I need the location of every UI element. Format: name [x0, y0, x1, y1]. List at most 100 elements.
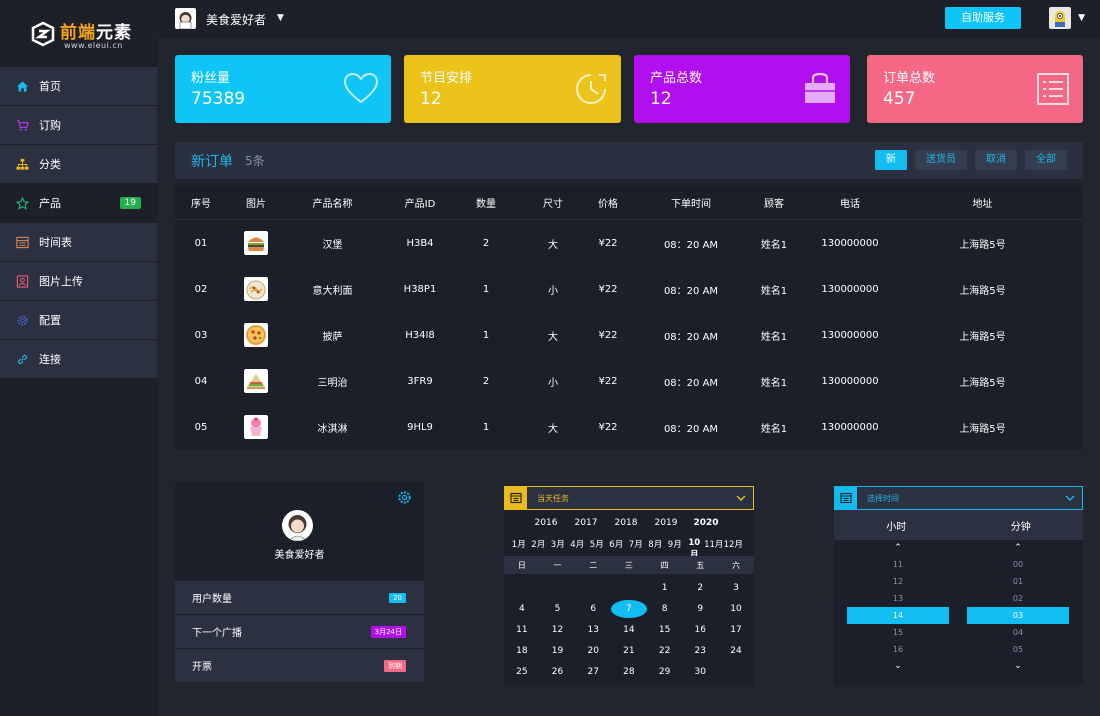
day-cell[interactable]: 6 — [575, 604, 611, 614]
row-number: 05 — [194, 421, 208, 433]
sidebar-item-settings[interactable]: 配置 — [0, 301, 157, 339]
filter-new-button[interactable]: 新 — [875, 150, 907, 170]
settings-gear-icon[interactable] — [397, 490, 412, 505]
sidebar-item-links[interactable]: 连接 — [0, 340, 157, 378]
day-cell[interactable]: 5 — [540, 604, 576, 614]
day-cell[interactable]: 16 — [682, 625, 718, 635]
chevron-down-icon[interactable] — [1064, 492, 1076, 504]
profile-row-broadcast[interactable]: 下一个广播 3月24日 — [175, 615, 424, 648]
filter-cancel-button[interactable]: 取消 — [975, 150, 1017, 170]
day-cell[interactable]: 22 — [647, 646, 683, 656]
table-row[interactable]: 01 汉堡 H3B4 2 大 ¥22 08：20 AM 姓名1 13000000… — [175, 220, 1083, 266]
day-cell[interactable]: 12 — [540, 625, 576, 635]
minute-option[interactable]: 01 — [967, 573, 1069, 590]
stat-card-products[interactable]: 产品总数 12 — [634, 55, 850, 123]
year-option[interactable]: 2016 — [526, 518, 566, 528]
day-cell[interactable]: 23 — [682, 646, 718, 656]
year-option[interactable]: 2019 — [646, 518, 686, 528]
account-avatar[interactable] — [1049, 7, 1071, 29]
user-name[interactable]: 美食爱好者 — [206, 11, 266, 28]
stat-card-orders[interactable]: 订单总数 457 — [867, 55, 1083, 123]
customer: 姓名1 — [760, 239, 788, 251]
day-cell-today[interactable]: 7 — [611, 600, 647, 618]
day-cell[interactable]: 11 — [504, 625, 540, 635]
table-row[interactable]: 03 披萨 H34I8 1 大 ¥22 08：20 AM 姓名1 1300000… — [175, 312, 1083, 358]
hour-down-icon[interactable]: ⌄ — [847, 658, 949, 674]
minute-option[interactable]: 04 — [967, 624, 1069, 641]
product-id: 9HL9 — [407, 421, 433, 433]
day-cell[interactable]: 8 — [647, 604, 683, 614]
self-service-button[interactable]: 自助服务 — [945, 7, 1021, 29]
sidebar-item-schedule[interactable]: 时间表 — [0, 223, 157, 261]
profile-row-users[interactable]: 用户数量 20 — [175, 581, 424, 614]
day-cell[interactable]: 27 — [575, 667, 611, 677]
day-cell[interactable]: 2 — [682, 583, 718, 593]
table-row[interactable]: 05 冰淇淋 9HL9 1 大 ¥22 08：20 AM 姓名1 1300000… — [175, 404, 1083, 450]
year-option[interactable]: 2020 — [686, 518, 726, 528]
sidebar-item-upload[interactable]: 图片上传 — [0, 262, 157, 300]
hour-up-icon[interactable]: ⌃ — [847, 540, 949, 556]
minute-option[interactable]: 05 — [967, 641, 1069, 658]
stat-card-schedule[interactable]: 节目安排 12 — [404, 55, 621, 123]
day-cell[interactable]: 18 — [504, 646, 540, 656]
time-picker-title: 选择时间 — [867, 493, 899, 503]
logo[interactable]: 前端元素 www.eleui.cn — [0, 0, 157, 67]
day-cell[interactable]: 4 — [504, 604, 540, 614]
hour-option[interactable]: 16 — [847, 641, 949, 658]
minute-option[interactable]: 00 — [967, 556, 1069, 573]
day-cell[interactable]: 21 — [611, 646, 647, 656]
table-row[interactable]: 02 意大利面 H38P1 1 小 ¥22 08：20 AM 姓名1 13000… — [175, 266, 1083, 312]
filter-all-button[interactable]: 全部 — [1025, 150, 1067, 170]
order-time: 08：20 AM — [663, 423, 719, 435]
sidebar-item-category[interactable]: 分类 — [0, 145, 157, 183]
day-cell[interactable]: 17 — [718, 625, 754, 635]
day-cell[interactable]: 30 — [682, 667, 718, 677]
day-cell[interactable]: 20 — [575, 646, 611, 656]
minute-option-selected[interactable]: 03 — [967, 607, 1069, 624]
sidebar-item-products[interactable]: 产品 19 — [0, 184, 157, 222]
minute-down-icon[interactable]: ⌄ — [967, 658, 1069, 674]
profile-avatar[interactable] — [282, 510, 313, 541]
day-cell[interactable]: 25 — [504, 667, 540, 677]
hour-option[interactable]: 13 — [847, 590, 949, 607]
sidebar-item-orders[interactable]: 订购 — [0, 106, 157, 144]
column-header: 序号 — [191, 198, 211, 210]
minute-up-icon[interactable]: ⌃ — [967, 540, 1069, 556]
day-cell[interactable]: 1 — [647, 583, 683, 593]
day-cell[interactable]: 28 — [611, 667, 647, 677]
day-cell[interactable]: 3 — [718, 583, 754, 593]
pizza-icon — [246, 325, 266, 345]
chevron-down-icon[interactable] — [735, 492, 747, 504]
time-picker-header[interactable]: 选择时间 — [834, 486, 1083, 510]
year-option[interactable]: 2018 — [606, 518, 646, 528]
day-cell[interactable]: 9 — [682, 604, 718, 614]
hour-option[interactable]: 15 — [847, 624, 949, 641]
year-option[interactable]: 2017 — [566, 518, 606, 528]
table-row[interactable]: 04 三明治 3FR9 2 小 ¥22 08：20 AM 姓名1 1300000… — [175, 358, 1083, 404]
day-cell[interactable]: 19 — [540, 646, 576, 656]
day-cell[interactable]: 29 — [647, 667, 683, 677]
account-dropdown-caret-icon[interactable]: ▼ — [1078, 13, 1085, 23]
filter-courier-button[interactable]: 送货员 — [915, 150, 967, 170]
day-cell[interactable]: 14 — [611, 625, 647, 635]
day-cell[interactable]: 13 — [575, 625, 611, 635]
sidebar-item-home[interactable]: 首页 — [0, 67, 157, 105]
minute-option[interactable]: 02 — [967, 590, 1069, 607]
day-cell[interactable]: 10 — [718, 604, 754, 614]
calendar-header[interactable]: 当天任务 — [504, 486, 754, 510]
hour-option[interactable]: 12 — [847, 573, 949, 590]
profile-row-invoice[interactable]: 开票 到期 — [175, 649, 424, 682]
user-dropdown-caret-icon[interactable]: ▼ — [277, 13, 284, 23]
user-avatar[interactable] — [175, 8, 196, 29]
hour-option-selected[interactable]: 14 — [847, 607, 949, 624]
column-header: 下单时间 — [671, 198, 711, 210]
sidebar-item-label: 时间表 — [39, 236, 72, 249]
day-cell[interactable]: 24 — [718, 646, 754, 656]
stat-card-fans[interactable]: 粉丝量 75389 — [175, 55, 391, 123]
day-cell[interactable]: 15 — [647, 625, 683, 635]
phone: 130000000 — [821, 375, 879, 387]
day-cell[interactable]: 26 — [540, 667, 576, 677]
phone: 130000000 — [821, 237, 879, 249]
hour-option[interactable]: 11 — [847, 556, 949, 573]
sidebar-item-label: 首页 — [39, 80, 61, 93]
